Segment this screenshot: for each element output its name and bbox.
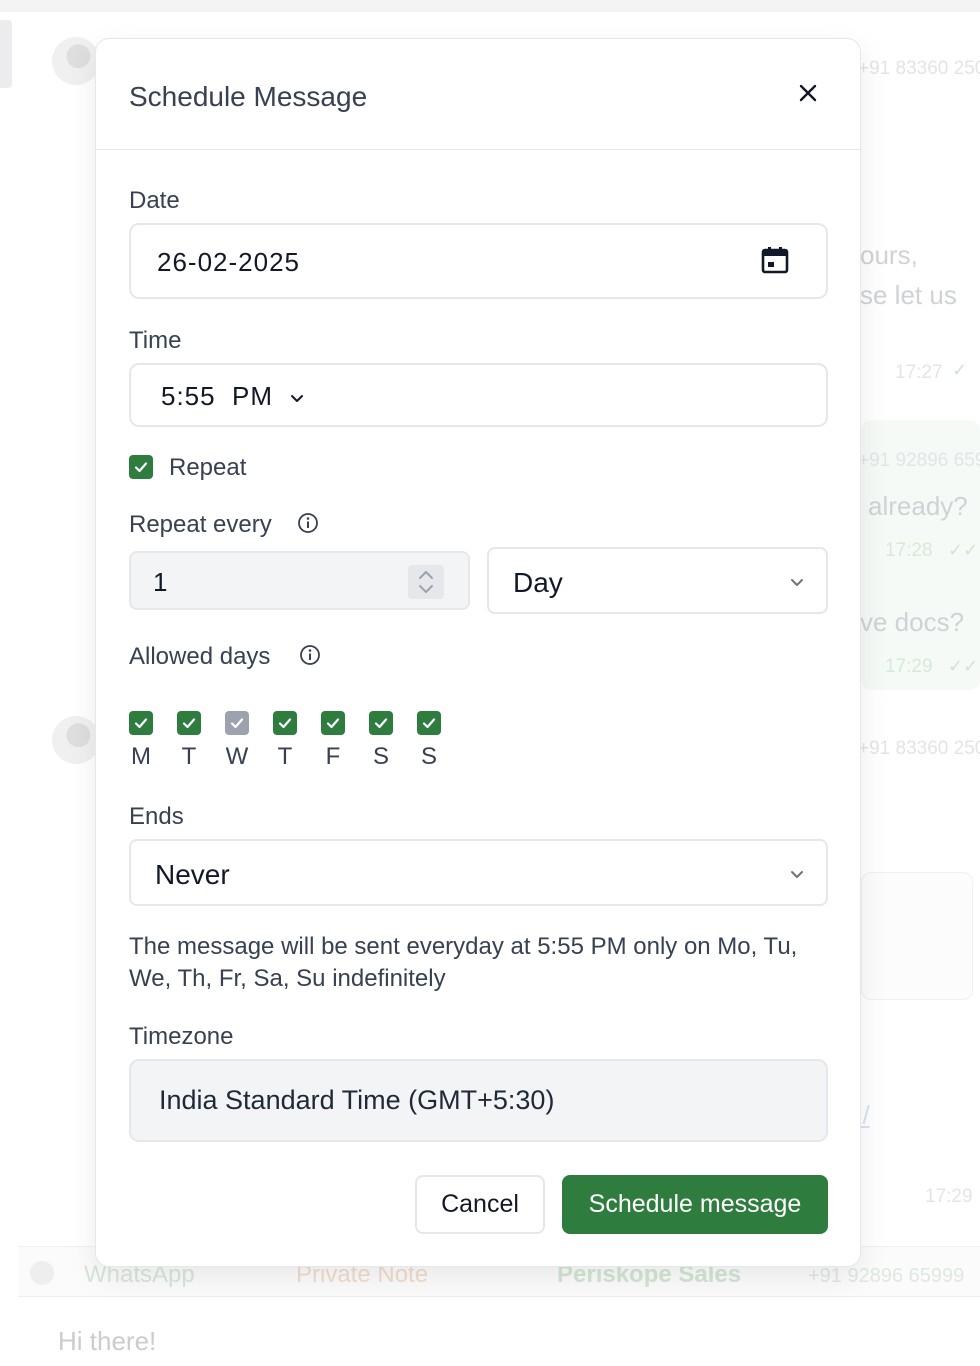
day-letter: F <box>325 743 341 770</box>
chevron-down-icon[interactable] <box>289 390 305 406</box>
time-label: Time <box>129 327 182 354</box>
close-button[interactable] <box>794 79 822 107</box>
double-check-icon: ✓✓ <box>948 656 979 676</box>
composer-input[interactable]: Hi there! <box>58 1326 156 1357</box>
day-letter: M <box>131 743 151 770</box>
sender-phone: +91 92896 65999 <box>808 1265 965 1287</box>
repeat-every-label: Repeat every <box>129 511 272 538</box>
day-checkbox-saturday[interactable] <box>369 711 393 735</box>
stepper-arrows-icon[interactable] <box>408 565 444 599</box>
ends-select[interactable]: Never <box>129 839 828 906</box>
message-time: 17:28 <box>885 540 933 561</box>
date-label: Date <box>129 187 180 214</box>
info-icon[interactable] <box>297 512 319 534</box>
check-icon <box>182 718 196 729</box>
check-icon <box>278 718 292 729</box>
schedule-message-modal: Schedule Message Date 26-02-2025 Time 5:… <box>95 38 861 1267</box>
chevron-down-icon <box>791 871 803 878</box>
check-icon <box>422 718 436 729</box>
close-icon <box>799 84 817 102</box>
day-checkbox-monday[interactable] <box>129 711 153 735</box>
repeat-count-stepper[interactable]: 1 <box>129 551 470 610</box>
sender-phone: +91 83360 25090 <box>858 58 980 79</box>
sender-phone: +91 92896 65999 <box>858 450 980 471</box>
timezone-field: India Standard Time (GMT+5:30) <box>129 1059 828 1142</box>
day-checkbox-friday[interactable] <box>321 711 345 735</box>
day-checkbox-tuesday[interactable] <box>177 711 201 735</box>
day-letter: T <box>181 743 197 770</box>
day-checkbox-thursday[interactable] <box>273 711 297 735</box>
modal-header: Schedule Message <box>96 39 860 150</box>
day-checkbox-wednesday[interactable] <box>225 711 249 735</box>
ends-label: Ends <box>129 803 184 830</box>
message-fragment: ours, <box>860 240 918 270</box>
date-value: 26-02-2025 <box>157 247 300 277</box>
repeat-count-value: 1 <box>153 567 168 597</box>
repeat-checkbox[interactable] <box>129 455 153 479</box>
check-icon <box>326 718 340 729</box>
top-bar <box>0 0 980 12</box>
check-icon <box>230 718 244 729</box>
sender-phone: +91 83360 25090 <box>858 738 980 759</box>
message-bubble <box>861 872 973 1000</box>
message-time: 17:29 <box>885 656 933 677</box>
message-fragment: se let us <box>860 280 957 310</box>
composer-input-area <box>18 1296 980 1366</box>
repeat-unit-value: Day <box>513 567 563 598</box>
info-icon[interactable] <box>299 644 321 666</box>
repeat-label: Repeat <box>169 454 247 481</box>
message-time: 17:29 <box>925 1186 973 1207</box>
message-time: 17:27 <box>895 362 943 383</box>
day-checkbox-sunday[interactable] <box>417 711 441 735</box>
time-value-text: 5:55 PM <box>161 381 274 411</box>
check-icon <box>134 718 148 729</box>
check-icon <box>374 718 388 729</box>
message-fragment: ve docs? <box>860 607 965 637</box>
left-strip <box>0 20 12 88</box>
double-check-icon: ✓✓ <box>948 540 979 560</box>
chevron-down-icon <box>791 579 803 586</box>
message-fragment: already? <box>868 491 968 521</box>
repeat-unit-select[interactable]: Day <box>487 547 828 614</box>
avatar <box>52 716 100 764</box>
avatar <box>52 37 100 85</box>
modal-title: Schedule Message <box>129 81 368 112</box>
time-field[interactable]: 5:55 PM <box>129 363 828 427</box>
calendar-icon[interactable] <box>760 245 790 275</box>
timezone-label: Timezone <box>129 1023 234 1050</box>
timezone-value: India Standard Time (GMT+5:30) <box>159 1085 555 1115</box>
day-letter: S <box>420 743 437 770</box>
day-letter: T <box>277 743 293 770</box>
day-letter: W <box>225 743 249 770</box>
stepper-control[interactable] <box>408 565 444 599</box>
time-value: 5:55 PM <box>161 381 305 412</box>
schedule-summary: The message will be sent everyday at 5:5… <box>129 933 798 992</box>
message-status-icon: ✓ <box>952 360 968 380</box>
check-icon <box>134 462 148 473</box>
day-letter: S <box>372 743 389 770</box>
chevron-down-icon <box>30 1261 54 1285</box>
cancel-button[interactable]: Cancel <box>415 1175 545 1234</box>
date-field[interactable]: 26-02-2025 <box>129 223 828 299</box>
schedule-message-button[interactable]: Schedule message <box>562 1175 828 1234</box>
allowed-days-label: Allowed days <box>129 643 271 670</box>
ends-value: Never <box>155 859 230 890</box>
